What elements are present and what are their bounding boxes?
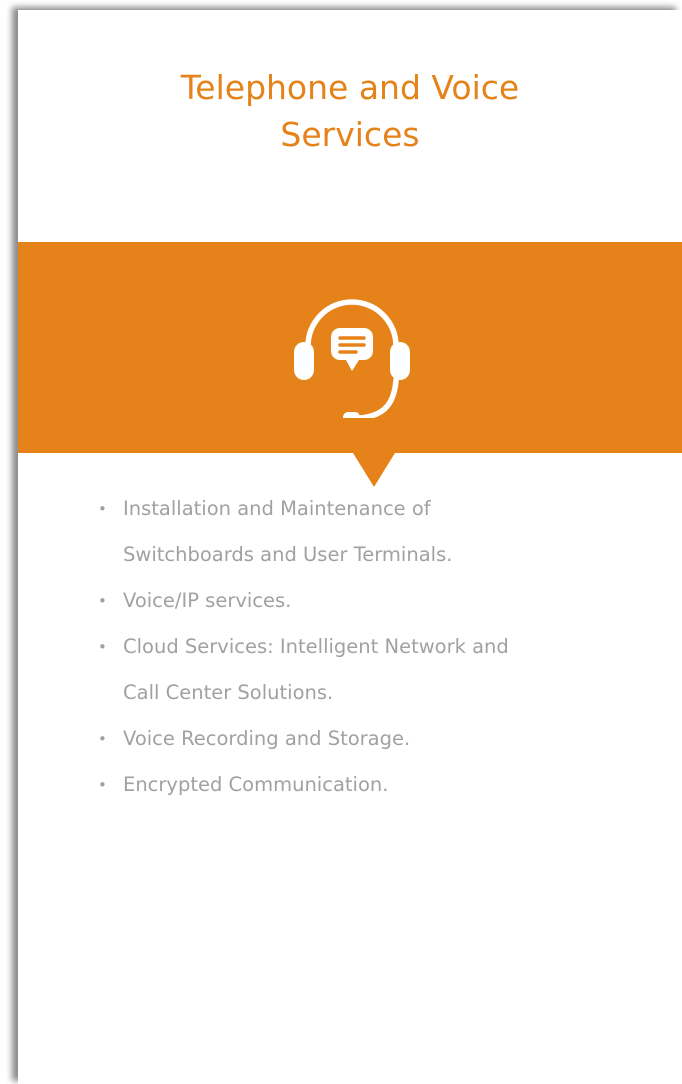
headset-icon [294, 299, 410, 418]
list-item-line: Switchboards and User Terminals. [123, 543, 453, 566]
list-item-text: Voice Recording and Storage. [123, 716, 668, 762]
list-item-line: Encrypted Communication. [123, 773, 389, 796]
list-item: • Encrypted Communication. [98, 762, 668, 808]
service-list: • Installation and Maintenance of Switch… [98, 486, 668, 808]
list-item: • Installation and Maintenance of Switch… [98, 486, 668, 578]
list-item-text: Voice/IP services. [123, 578, 668, 624]
list-item-line: Call Center Solutions. [123, 681, 334, 704]
list-item-text: Encrypted Communication. [123, 762, 668, 808]
card-title-line-2: Services [280, 115, 420, 154]
bullet: • [98, 500, 107, 518]
bullet: • [98, 730, 107, 748]
list-item: • Voice/IP services. [98, 578, 668, 624]
service-card: Telephone and Voice Services • Installat… [18, 10, 682, 1084]
page: Telephone and Voice Services • Installat… [0, 0, 682, 1084]
list-item: • Cloud Services: Intelligent Network an… [98, 624, 668, 716]
list-item: • Voice Recording and Storage. [98, 716, 668, 762]
bullet: • [98, 776, 107, 794]
list-item-line: Voice/IP services. [123, 589, 292, 612]
list-item-line: Voice Recording and Storage. [123, 727, 411, 750]
card-title-line-1: Telephone and Voice [180, 68, 520, 107]
icon-banner [18, 242, 682, 453]
banner-pointer [353, 453, 395, 487]
card-title: Telephone and Voice Services [18, 64, 682, 158]
list-item-text: Installation and Maintenance of Switchbo… [123, 486, 668, 578]
bullet: • [98, 592, 107, 610]
list-item-text: Cloud Services: Intelligent Network and … [123, 624, 668, 716]
list-item-line: Installation and Maintenance of [123, 497, 431, 520]
bullet: • [98, 638, 107, 656]
list-item-line: Cloud Services: Intelligent Network and [123, 635, 509, 658]
